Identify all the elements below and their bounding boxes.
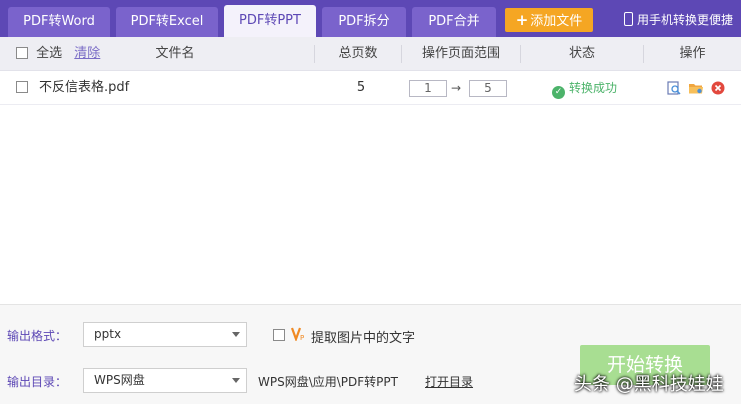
tab-pdf-to-excel[interactable]: PDF转Excel: [116, 7, 218, 37]
tab-pdf-split[interactable]: PDF拆分: [322, 7, 406, 37]
select-all-label[interactable]: 全选: [36, 46, 62, 61]
delete-icon[interactable]: [711, 81, 725, 95]
row-checkbox[interactable]: [16, 81, 28, 93]
output-dir-value: WPS网盘: [94, 373, 145, 387]
chevron-down-icon: [232, 332, 240, 337]
output-dir-path: WPS网盘\应用\PDF转PPT: [258, 375, 398, 389]
top-tab-bar: PDF转Word PDF转Excel PDF转PPT PDF拆分 PDF合并 +…: [0, 0, 741, 37]
watermark-text: 头条 @黑科技娃娃: [574, 374, 724, 395]
row-status: ✓ 转换成功: [552, 71, 617, 105]
header-status: 状态: [568, 46, 595, 61]
row-filename: 不反信表格.pdf: [39, 80, 130, 95]
add-file-label: 添加文件: [530, 14, 583, 29]
row-status-label: 转换成功: [569, 81, 618, 95]
phone-icon: [624, 12, 633, 26]
range-to-input[interactable]: 5: [469, 80, 507, 97]
header-operation: 操作: [679, 46, 706, 61]
plus-icon: +: [515, 11, 529, 29]
header-page-range: 操作页面范围: [421, 46, 500, 61]
table-row: 不反信表格.pdf 5 1 → 5 ✓ 转换成功: [0, 71, 741, 105]
output-format-value: pptx: [94, 327, 122, 341]
select-all-checkbox[interactable]: [16, 47, 28, 59]
clear-link[interactable]: 清除: [74, 46, 100, 61]
open-folder-icon[interactable]: [688, 81, 704, 95]
row-total-pages: 5: [356, 80, 366, 95]
chevron-down-icon: [232, 378, 240, 383]
tab-pdf-merge[interactable]: PDF合并: [412, 7, 496, 37]
output-format-label: 输出格式：: [7, 329, 68, 343]
output-dir-select[interactable]: WPS网盘: [83, 368, 247, 393]
table-header: 全选 清除 文件名 总页数 操作页面范围 状态 操作: [0, 37, 741, 71]
tab-pdf-to-ppt[interactable]: PDF转PPT: [224, 5, 316, 37]
row-checkbox-cell: [16, 71, 28, 105]
extract-text-checkbox[interactable]: [273, 329, 285, 341]
mobile-convert-label: 用手机转换更便捷: [637, 13, 734, 27]
output-format-select[interactable]: pptx: [83, 322, 247, 347]
header-filename: 文件名: [155, 46, 195, 61]
vip-icon: P: [291, 327, 304, 341]
tab-pdf-to-word[interactable]: PDF转Word: [8, 7, 110, 37]
open-directory-link[interactable]: 打开目录: [425, 373, 473, 390]
extract-text-option[interactable]: [273, 328, 285, 343]
mobile-convert-link[interactable]: 用手机转换更便捷: [624, 11, 733, 29]
range-from-input[interactable]: 1: [409, 80, 447, 97]
range-arrow-icon: →: [451, 81, 462, 95]
header-total-pages: 总页数: [338, 46, 378, 61]
check-circle-icon: ✓: [552, 86, 565, 99]
select-all-cell: 全选 清除: [16, 37, 100, 71]
preview-file-icon[interactable]: [667, 81, 681, 95]
add-file-button[interactable]: + 添加文件: [505, 8, 593, 32]
output-dir-label: 输出目录：: [7, 375, 68, 389]
svg-text:P: P: [300, 334, 304, 341]
extract-text-label: 提取图片中的文字: [311, 331, 416, 346]
